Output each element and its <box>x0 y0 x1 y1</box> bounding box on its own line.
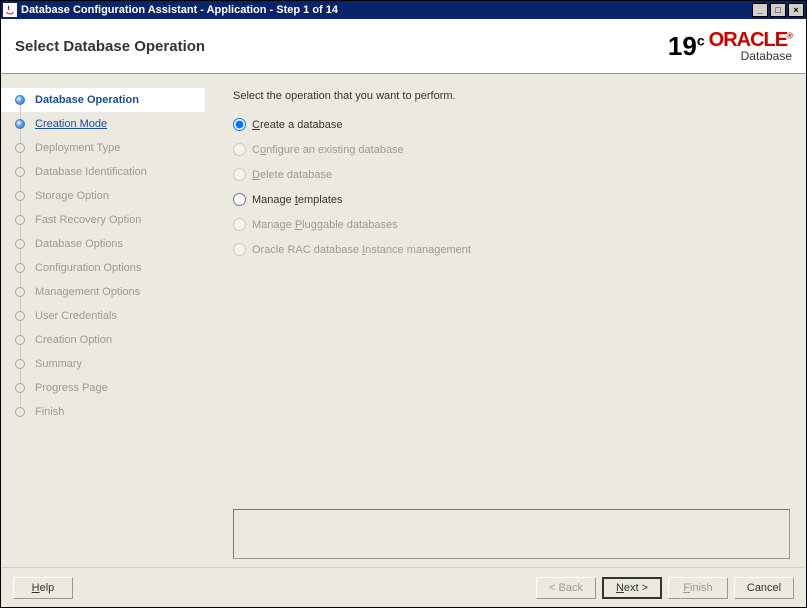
radio-option[interactable]: Manage templates <box>233 193 790 206</box>
wizard-steps-sidebar: Database Operation Creation Mode Deploymen… <box>1 74 205 567</box>
step-bullet-icon <box>15 407 25 417</box>
step-bullet-icon <box>15 143 25 153</box>
step-bullet-icon <box>15 167 25 177</box>
radio-option: Delete database <box>233 168 790 181</box>
wizard-step-label: Database Operation <box>35 94 139 106</box>
radio-input <box>233 243 246 256</box>
wizard-step-label: Database Options <box>35 238 123 250</box>
wizard-step-finish: Finish <box>1 400 205 424</box>
page-title: Select Database Operation <box>15 38 668 55</box>
step-bullet-icon <box>15 95 25 105</box>
step-bullet-icon <box>15 287 25 297</box>
logo-version: 19c <box>668 31 705 62</box>
wizard-step-label: Summary <box>35 358 82 370</box>
cancel-button[interactable]: Cancel <box>734 577 794 599</box>
step-bullet-icon <box>15 383 25 393</box>
radio-label: Delete database <box>252 169 332 181</box>
radio-label: Configure an existing database <box>252 144 404 156</box>
step-bullet-icon <box>15 215 25 225</box>
logo-brand: ORACLE® <box>709 30 792 50</box>
radio-input <box>233 168 246 181</box>
step-bullet-icon <box>15 359 25 369</box>
wizard-step-label: Finish <box>35 406 64 418</box>
wizard-step-deployment-type: Deployment Type <box>1 136 205 160</box>
help-button[interactable]: Help <box>13 577 73 599</box>
radio-input[interactable] <box>233 193 246 206</box>
wizard-step-database-identification: Database Identification <box>1 160 205 184</box>
page-header: Select Database Operation 19c ORACLE® Da… <box>1 19 806 74</box>
window-title: Database Configuration Assistant - Appli… <box>21 4 752 16</box>
wizard-step-label: Database Identification <box>35 166 147 178</box>
minimize-button[interactable]: _ <box>752 3 768 17</box>
java-icon <box>3 3 17 17</box>
wizard-step-progress-page: Progress Page <box>1 376 205 400</box>
wizard-step-label: Storage Option <box>35 190 109 202</box>
step-bullet-icon <box>15 335 25 345</box>
operation-radio-group: Create a database Configure an existing d… <box>233 118 790 256</box>
wizard-step-label: Fast Recovery Option <box>35 214 141 226</box>
radio-option: Oracle RAC database Instance management <box>233 243 790 256</box>
radio-option: Configure an existing database <box>233 143 790 156</box>
radio-label: Oracle RAC database Instance management <box>252 244 471 256</box>
step-bullet-icon <box>15 119 25 129</box>
back-button[interactable]: < Back <box>536 577 596 599</box>
radio-option[interactable]: Create a database <box>233 118 790 131</box>
wizard-step-creation-mode[interactable]: Creation Mode <box>1 112 205 136</box>
radio-label: Manage templates <box>252 194 343 206</box>
radio-input[interactable] <box>233 118 246 131</box>
finish-button[interactable]: Finish <box>668 577 728 599</box>
wizard-step-label: Deployment Type <box>35 142 120 154</box>
instruction-text: Select the operation that you want to pe… <box>233 90 790 102</box>
wizard-step-database-operation: Database Operation <box>1 88 205 112</box>
wizard-step-label[interactable]: Creation Mode <box>35 118 107 130</box>
radio-label: Manage Pluggable databases <box>252 219 398 231</box>
wizard-step-label: Creation Option <box>35 334 112 346</box>
radio-input <box>233 143 246 156</box>
wizard-step-management-options: Management Options <box>1 280 205 304</box>
radio-label: Create a database <box>252 119 343 131</box>
wizard-step-storage-option: Storage Option <box>1 184 205 208</box>
step-bullet-icon <box>15 311 25 321</box>
wizard-step-label: Management Options <box>35 286 140 298</box>
message-area <box>233 509 790 559</box>
window-titlebar: Database Configuration Assistant - Appli… <box>1 1 806 19</box>
wizard-step-label: Progress Page <box>35 382 108 394</box>
wizard-step-user-credentials: User Credentials <box>1 304 205 328</box>
radio-input <box>233 218 246 231</box>
wizard-step-label: User Credentials <box>35 310 117 322</box>
logo-product: Database <box>741 50 792 62</box>
step-bullet-icon <box>15 191 25 201</box>
main-content: Select the operation that you want to pe… <box>205 74 806 567</box>
oracle-logo: 19c ORACLE® Database <box>668 30 792 62</box>
wizard-step-fast-recovery-option: Fast Recovery Option <box>1 208 205 232</box>
radio-option: Manage Pluggable databases <box>233 218 790 231</box>
wizard-step-label: Configuration Options <box>35 262 141 274</box>
wizard-step-configuration-options: Configuration Options <box>1 256 205 280</box>
wizard-footer: Help < Back Next > Finish Cancel <box>1 567 806 607</box>
close-button[interactable]: × <box>788 3 804 17</box>
wizard-step-database-options: Database Options <box>1 232 205 256</box>
wizard-step-summary: Summary <box>1 352 205 376</box>
wizard-step-creation-option: Creation Option <box>1 328 205 352</box>
maximize-button[interactable]: □ <box>770 3 786 17</box>
next-button[interactable]: Next > <box>602 577 662 599</box>
step-bullet-icon <box>15 263 25 273</box>
step-bullet-icon <box>15 239 25 249</box>
